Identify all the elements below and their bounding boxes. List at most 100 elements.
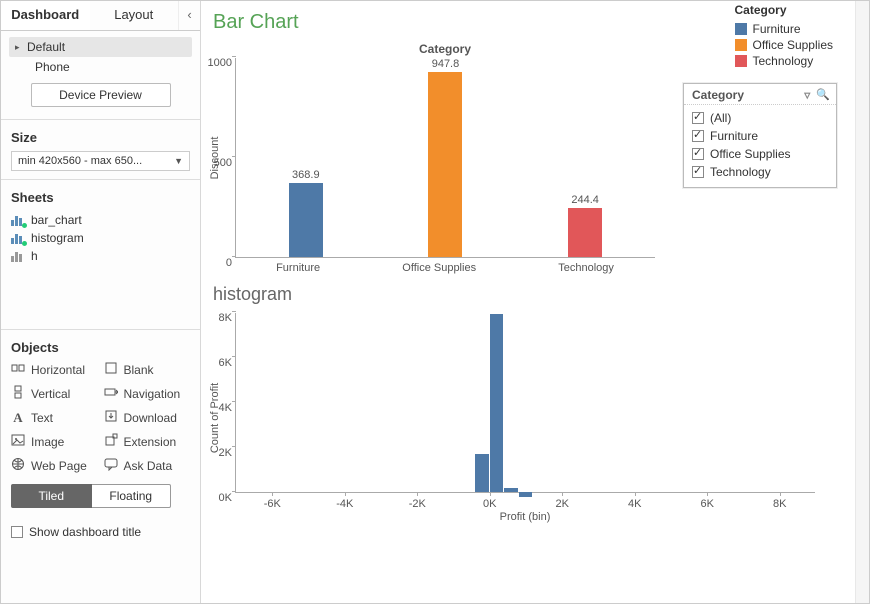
device-phone-label: Phone bbox=[35, 60, 70, 74]
x-tick-label: 0K bbox=[483, 498, 496, 510]
histogram-bar[interactable] bbox=[475, 454, 489, 492]
size-heading: Size bbox=[11, 130, 190, 145]
device-default[interactable]: ▸ Default bbox=[9, 37, 192, 57]
device-default-label: Default bbox=[27, 40, 65, 54]
y-tick-label: 0 bbox=[198, 257, 232, 269]
size-value: min 420x560 - max 650... bbox=[18, 155, 142, 167]
bar-value-label: 244.4 bbox=[571, 194, 599, 206]
x-tick-label: Furniture bbox=[276, 262, 320, 274]
bar-furniture[interactable]: 368.9 bbox=[236, 58, 376, 257]
sheets-section: Sheets bar_charthistogramh bbox=[1, 179, 200, 329]
x-tick-label: 4K bbox=[628, 498, 641, 510]
tiled-button[interactable]: Tiled bbox=[11, 484, 92, 508]
side-panel: Dashboard Layout ‹ ▸ Default Phone Devic… bbox=[1, 1, 201, 603]
y-tick-label: 500 bbox=[198, 157, 232, 169]
object-askdata[interactable]: Ask Data bbox=[104, 457, 191, 474]
device-preview-button[interactable]: Device Preview bbox=[31, 83, 171, 107]
y-tick-label: 8K bbox=[198, 312, 232, 324]
y-tick-label: 4K bbox=[198, 402, 232, 414]
object-blank[interactable]: Blank bbox=[104, 361, 191, 378]
object-navigation[interactable]: Navigation bbox=[104, 385, 191, 402]
x-tick-label: 6K bbox=[701, 498, 714, 510]
object-label: Download bbox=[124, 411, 177, 425]
bar-chart: Category Discount 368.9947.8244.4 050010… bbox=[235, 42, 855, 274]
x-tick-label: Office Supplies bbox=[402, 262, 476, 274]
object-label: Text bbox=[31, 411, 53, 425]
object-label: Horizontal bbox=[31, 363, 85, 377]
x-tick-label: 8K bbox=[773, 498, 786, 510]
device-list: ▸ Default Phone Device Preview bbox=[1, 31, 200, 119]
object-label: Ask Data bbox=[124, 459, 173, 473]
bar-value-label: 947.8 bbox=[432, 58, 460, 70]
histogram-title: histogram bbox=[207, 274, 855, 307]
histogram-x-label: Profit (bin) bbox=[235, 493, 815, 523]
object-webpage[interactable]: Web Page bbox=[11, 457, 98, 474]
text-icon: A bbox=[11, 411, 25, 425]
object-download[interactable]: Download bbox=[104, 409, 191, 426]
worksheet-icon bbox=[11, 214, 25, 226]
bar-rect bbox=[428, 72, 462, 257]
y-tick-label: 6K bbox=[198, 357, 232, 369]
tiled-floating-toggle: Tiled Floating bbox=[11, 484, 171, 508]
y-tick-label: 1000 bbox=[198, 57, 232, 69]
extension-icon bbox=[104, 433, 118, 450]
caret-icon: ▸ bbox=[15, 42, 27, 53]
bar-technology[interactable]: 244.4 bbox=[515, 58, 655, 257]
show-title-checkbox[interactable] bbox=[11, 526, 23, 538]
tab-layout[interactable]: Layout bbox=[90, 1, 179, 30]
bar-office-supplies[interactable]: 947.8 bbox=[376, 58, 516, 257]
dashboard-canvas[interactable]: Bar Chart Category FurnitureOffice Suppl… bbox=[201, 1, 855, 603]
bar-value-label: 368.9 bbox=[292, 169, 320, 181]
sheet-item-histogram[interactable]: histogram bbox=[11, 229, 190, 247]
blank-icon bbox=[104, 361, 118, 378]
sheet-item-bar_chart[interactable]: bar_chart bbox=[11, 211, 190, 229]
histogram-bar[interactable] bbox=[519, 492, 533, 497]
device-phone[interactable]: Phone bbox=[9, 57, 192, 77]
panel-body: ▸ Default Phone Device Preview Size min … bbox=[1, 31, 200, 603]
show-title-row[interactable]: Show dashboard title bbox=[1, 516, 200, 545]
worksheet-icon bbox=[11, 232, 25, 244]
chevron-down-icon: ▼ bbox=[174, 156, 183, 166]
image-icon bbox=[11, 433, 25, 450]
tab-dashboard[interactable]: Dashboard bbox=[1, 1, 90, 30]
x-tick-label: -6K bbox=[264, 498, 281, 510]
navigation-icon bbox=[104, 385, 118, 402]
bar-chart-axis-title: Category bbox=[235, 42, 655, 56]
canvas-scrollbar[interactable] bbox=[855, 1, 869, 603]
object-text[interactable]: A Text bbox=[11, 409, 98, 426]
object-label: Navigation bbox=[124, 387, 181, 401]
legend-heading: Category bbox=[735, 3, 834, 17]
object-label: Vertical bbox=[31, 387, 70, 401]
objects-section: Objects HorizontalBlankVerticalNavigatio… bbox=[1, 329, 200, 516]
sheet-label: h bbox=[31, 249, 38, 263]
object-horizontal[interactable]: Horizontal bbox=[11, 361, 98, 378]
collapse-panel-button[interactable]: ‹ bbox=[178, 1, 200, 30]
histogram-bar[interactable] bbox=[504, 488, 518, 493]
horizontal-icon bbox=[11, 361, 25, 378]
y-tick-label: 2K bbox=[198, 447, 232, 459]
y-tick-label: 0K bbox=[198, 492, 232, 504]
floating-button[interactable]: Floating bbox=[92, 484, 172, 508]
legend-swatch bbox=[735, 23, 747, 35]
bar-rect bbox=[568, 208, 602, 257]
object-image[interactable]: Image bbox=[11, 433, 98, 450]
object-extension[interactable]: Extension bbox=[104, 433, 191, 450]
object-label: Image bbox=[31, 435, 64, 449]
panel-tabs: Dashboard Layout ‹ bbox=[1, 1, 200, 31]
vertical-icon bbox=[11, 385, 25, 402]
object-label: Blank bbox=[124, 363, 154, 377]
histogram-y-label: Count of Profit bbox=[209, 383, 221, 453]
x-tick-label: -2K bbox=[409, 498, 426, 510]
object-vertical[interactable]: Vertical bbox=[11, 385, 98, 402]
histogram-bar[interactable] bbox=[490, 314, 504, 492]
size-section: Size min 420x560 - max 650... ▼ bbox=[1, 119, 200, 179]
x-tick-label: Technology bbox=[558, 262, 614, 274]
size-dropdown[interactable]: min 420x560 - max 650... ▼ bbox=[11, 151, 190, 171]
histogram-chart: Count of Profit 0K2K4K6K8K-6K-4K-2K0K2K4… bbox=[235, 313, 855, 523]
sheet-item-h[interactable]: h bbox=[11, 247, 190, 265]
x-tick-label: 2K bbox=[556, 498, 569, 510]
askdata-icon bbox=[104, 457, 118, 474]
x-tick-label: -4K bbox=[336, 498, 353, 510]
legend-item[interactable]: Furniture bbox=[735, 21, 834, 37]
bar-rect bbox=[289, 183, 323, 257]
